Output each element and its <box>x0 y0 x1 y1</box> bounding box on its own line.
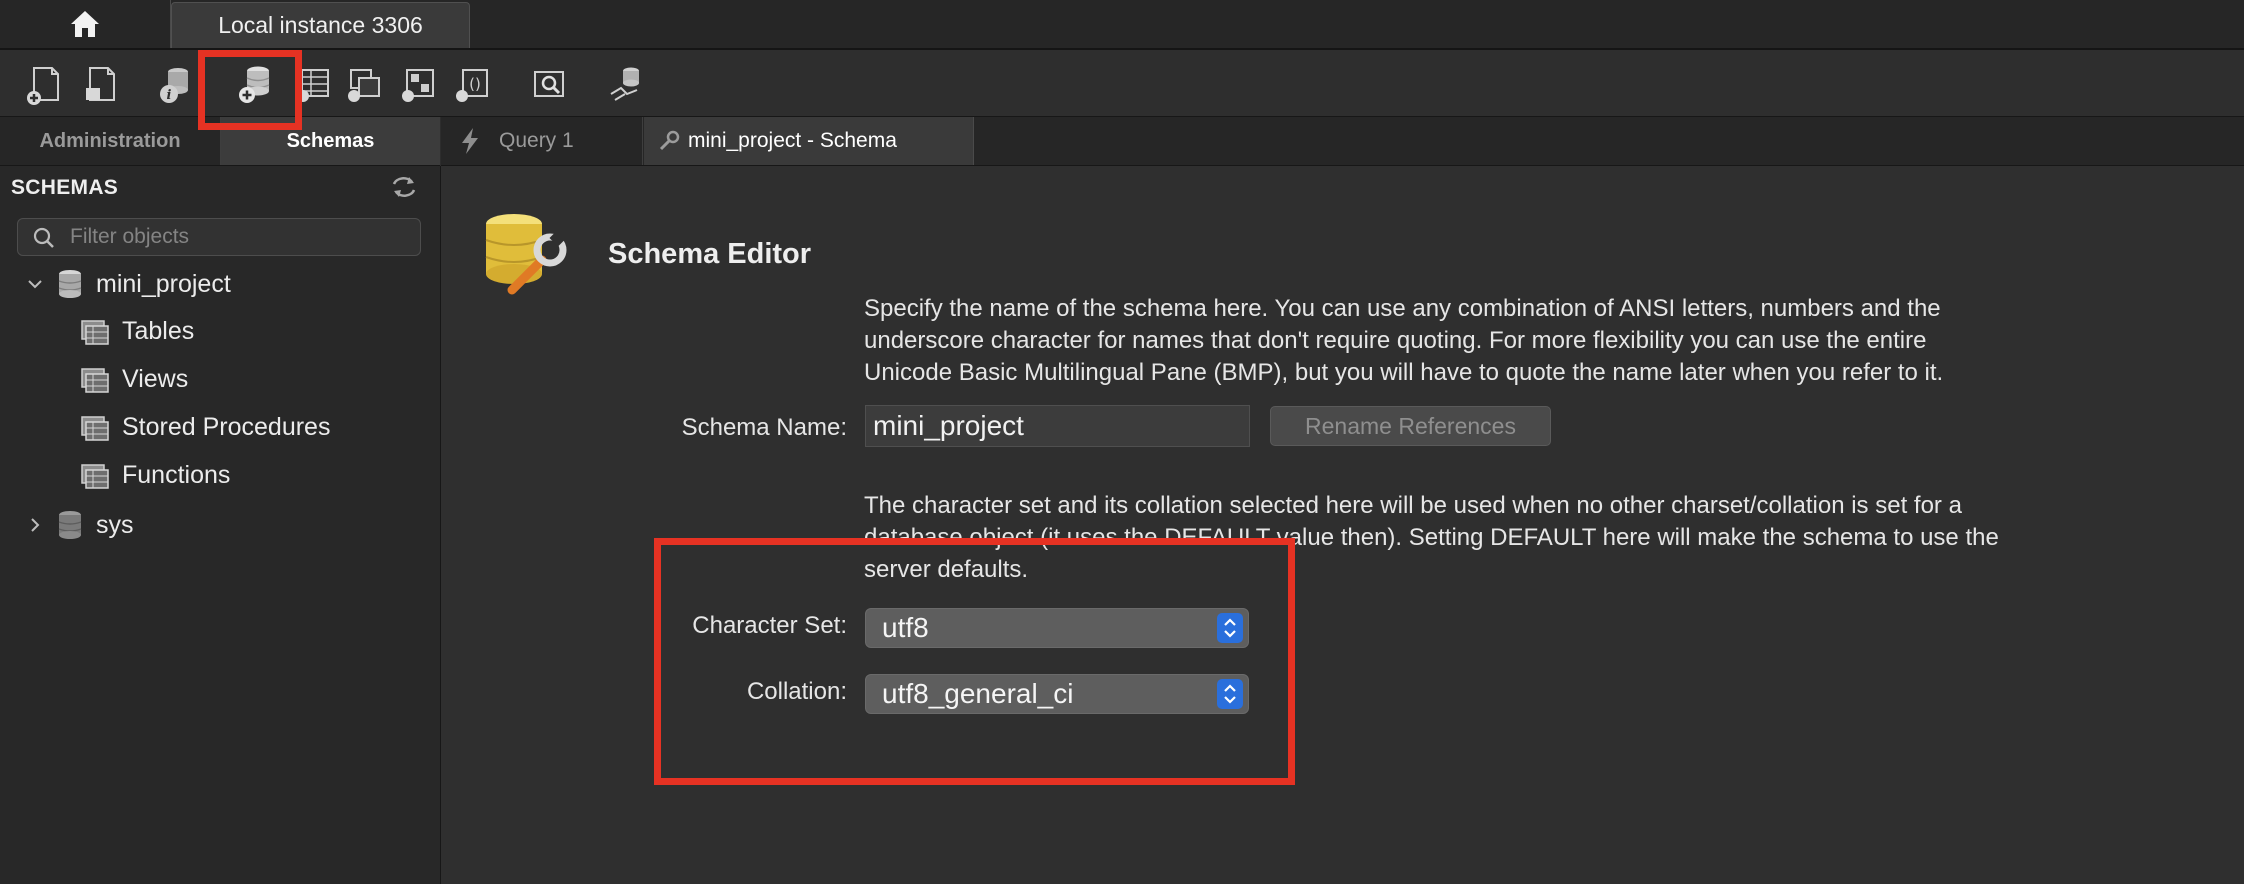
tree-item-label: Views <box>122 364 189 393</box>
tab-schema-label: mini_project - Schema <box>688 129 897 152</box>
select-stepper-icon <box>1217 679 1243 709</box>
schema-name-description: Specify the name of the schema here. You… <box>864 293 2204 389</box>
tab-query-1[interactable]: Query 1 <box>441 117 643 165</box>
select-stepper-icon <box>1217 613 1243 643</box>
rename-references-button[interactable]: Rename References <box>1270 406 1551 446</box>
chevron-right-icon[interactable] <box>26 516 44 534</box>
main-toolbar: i () <box>0 50 2244 117</box>
tab-schemas[interactable]: Schemas <box>221 117 440 165</box>
collation-select[interactable]: utf8_general_ci <box>865 674 1249 714</box>
svg-text:i: i <box>167 88 172 103</box>
schema-name-label: Schema Name: <box>681 414 847 441</box>
character-set-select[interactable]: utf8 <box>865 608 1249 648</box>
open-sql-script-icon[interactable] <box>80 62 124 106</box>
charset-description: The character set and its collation sele… <box>864 490 2204 586</box>
character-set-value: utf8 <box>882 612 929 643</box>
folder-icon <box>81 464 109 489</box>
filter-objects-input[interactable] <box>70 219 410 255</box>
tree-item-functions[interactable]: Functions <box>78 457 230 493</box>
schema-editor-icon <box>480 210 576 296</box>
tab-query-label: Query 1 <box>499 129 574 152</box>
schema-name-input[interactable] <box>865 405 1250 447</box>
tree-item-sys[interactable]: sys <box>26 507 134 543</box>
home-tab[interactable] <box>0 0 171 48</box>
create-table-icon[interactable] <box>292 62 336 106</box>
collation-label: Collation: <box>746 678 847 705</box>
tree-item-tables[interactable]: Tables <box>78 313 194 349</box>
tab-administration[interactable]: Administration <box>0 117 221 165</box>
wrench-icon <box>659 130 680 151</box>
folder-icon <box>81 320 109 345</box>
create-procedure-icon[interactable] <box>397 62 441 106</box>
description-line: database object (it uses the DEFAULT val… <box>864 524 1999 551</box>
description-line: underscore character for names that don'… <box>864 327 1927 354</box>
tree-item-mini-project[interactable]: mini_project <box>26 266 231 302</box>
tab-schema-editor[interactable]: mini_project - Schema <box>644 117 974 165</box>
folder-icon <box>81 416 109 441</box>
svg-text:(): () <box>469 75 481 93</box>
tree-item-label: sys <box>96 510 134 539</box>
reconnect-icon[interactable] <box>605 62 649 106</box>
chevron-down-icon[interactable] <box>26 275 44 293</box>
tree-item-label: Stored Procedures <box>122 412 331 441</box>
connection-tab[interactable]: Local instance 3306 <box>171 2 470 48</box>
description-line: The character set and its collation sele… <box>864 492 1962 519</box>
new-sql-tab-icon[interactable] <box>22 62 66 106</box>
database-icon <box>58 270 82 298</box>
tree-item-label: Functions <box>122 460 231 489</box>
tree-item-views[interactable]: Views <box>78 361 188 397</box>
tab-schemas-label: Schemas <box>286 129 375 152</box>
folder-icon <box>81 368 109 393</box>
database-icon <box>58 511 82 539</box>
search-table-data-icon[interactable] <box>527 62 571 106</box>
description-line: Unicode Basic Multilingual Pane (BMP), b… <box>864 359 1944 386</box>
tree-item-stored-procedures[interactable]: Stored Procedures <box>78 409 330 445</box>
create-view-icon[interactable] <box>343 62 387 106</box>
tree-item-label: Tables <box>122 316 195 345</box>
tree-item-label: mini_project <box>96 269 231 298</box>
description-line: server defaults. <box>864 556 1029 583</box>
character-set-label: Character Set: <box>692 612 847 639</box>
lightning-icon <box>462 128 478 154</box>
schemas-heading: SCHEMAS <box>11 176 119 199</box>
editor-title: Schema Editor <box>608 238 812 270</box>
tab-administration-label: Administration <box>39 129 181 152</box>
create-function-icon[interactable]: () <box>451 62 495 106</box>
description-line: Specify the name of the schema here. You… <box>864 295 1941 322</box>
refresh-icon[interactable] <box>390 174 418 200</box>
connection-tab-label: Local instance 3306 <box>218 12 423 38</box>
home-icon <box>71 11 99 37</box>
schema-inspector-icon[interactable]: i <box>154 62 198 106</box>
search-icon <box>32 226 56 250</box>
create-schema-icon[interactable] <box>234 62 278 106</box>
collation-value: utf8_general_ci <box>882 678 1074 709</box>
